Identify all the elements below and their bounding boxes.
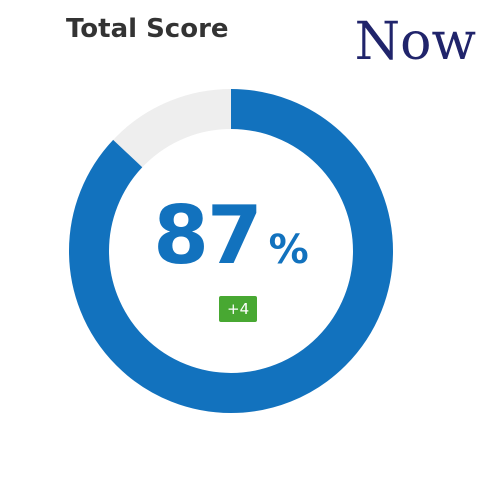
now-label: Now [354, 12, 476, 72]
score-donut-svg [69, 89, 393, 413]
score-donut [66, 86, 396, 416]
score-widget: Total Score Now 87% +4 [0, 0, 500, 500]
widget-title: Total Score [66, 14, 229, 44]
